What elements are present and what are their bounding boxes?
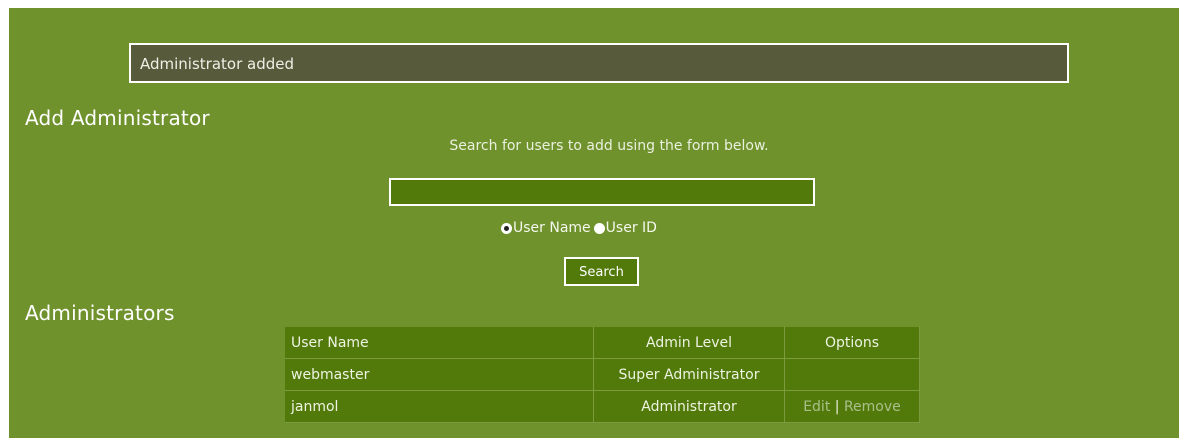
table-header-row: User Name Admin Level Options — [285, 327, 920, 359]
user-name-radio-label[interactable]: User Name — [513, 220, 591, 236]
search-type-group: User Name User ID — [501, 220, 660, 236]
row-options — [784, 358, 920, 391]
column-header-user-name: User Name — [285, 327, 594, 359]
status-notice-text: Administrator added — [140, 55, 295, 73]
search-button[interactable]: Search — [564, 257, 639, 286]
options-separator: | — [834, 398, 840, 415]
user-id-radio-label[interactable]: User ID — [606, 220, 657, 236]
user-id-radio[interactable] — [593, 222, 605, 234]
column-header-admin-level: Admin Level — [593, 327, 785, 359]
row-admin-level: Administrator — [593, 390, 785, 423]
administrators-heading: Administrators — [25, 301, 175, 325]
administrators-table: User Name Admin Level Options webmaster … — [285, 327, 920, 423]
row-options: Edit | Remove — [784, 390, 920, 423]
table-row: janmol Administrator Edit | Remove — [285, 390, 920, 423]
remove-link[interactable]: Remove — [844, 399, 901, 415]
user-search-input[interactable] — [389, 178, 815, 206]
admin-panel: Administrator added Add Administrator Se… — [9, 8, 1179, 438]
status-notice: Administrator added — [129, 43, 1069, 83]
row-admin-level: Super Administrator — [593, 358, 785, 391]
row-user-name: webmaster — [285, 358, 594, 391]
table-row: webmaster Super Administrator — [285, 358, 920, 391]
edit-link[interactable]: Edit — [803, 399, 830, 415]
search-hint: Search for users to add using the form b… — [449, 138, 769, 154]
user-name-radio[interactable] — [501, 222, 512, 234]
add-administrator-heading: Add Administrator — [25, 106, 210, 130]
column-header-options: Options — [784, 327, 920, 359]
row-user-name: janmol — [285, 390, 594, 423]
